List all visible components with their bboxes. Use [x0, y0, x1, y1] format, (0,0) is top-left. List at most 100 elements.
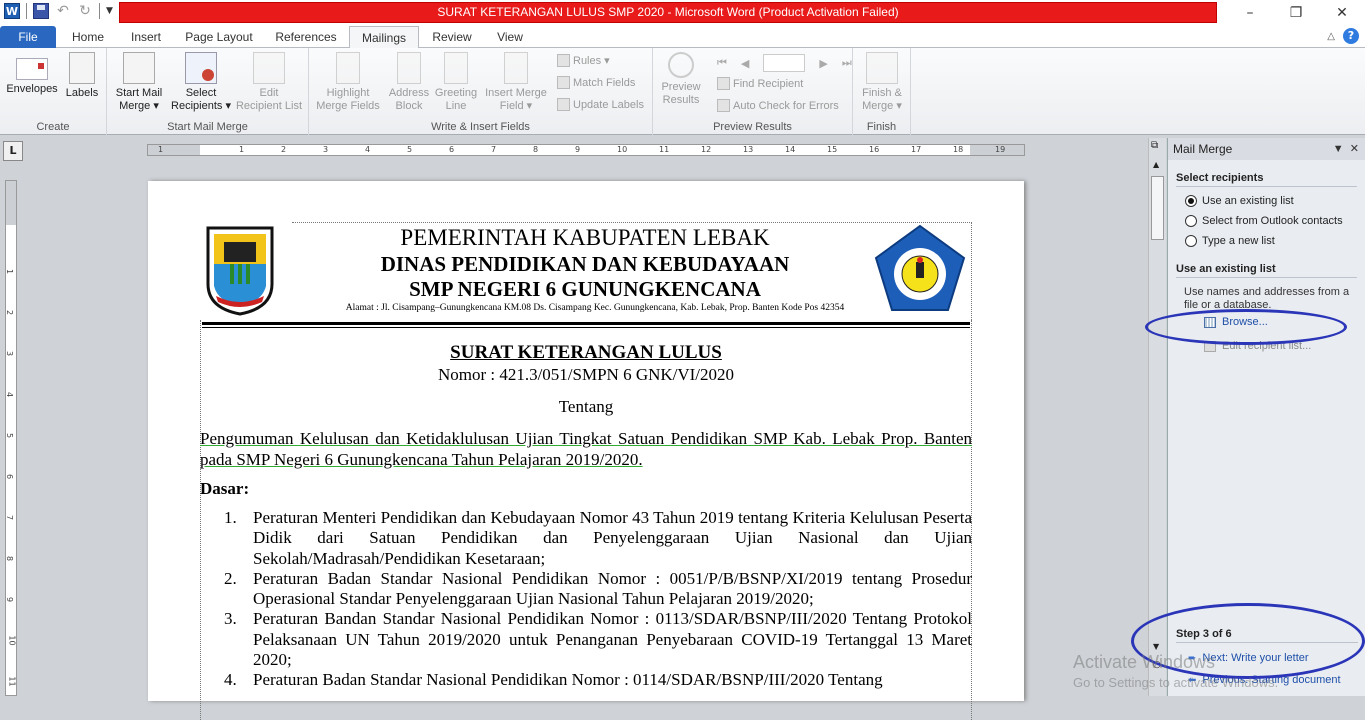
- header-line-1: PEMERINTAH KABUPATEN LEBAK: [400, 225, 770, 250]
- tab-selector[interactable]: L: [3, 141, 23, 161]
- button-label: Highlight: [326, 87, 370, 99]
- button-label: Edit: [259, 87, 279, 99]
- header-address: Alamat : Jl. Cisampang–Gunungkencana KM.…: [345, 303, 845, 313]
- radio-icon: [1185, 235, 1197, 247]
- ruler-tick: 1: [239, 145, 245, 154]
- insert-merge-field-button[interactable]: Insert Merge Field ▾: [481, 52, 551, 113]
- tab-file[interactable]: File: [0, 26, 56, 48]
- ruler-tick: 10: [617, 145, 628, 154]
- tab-references[interactable]: References: [268, 26, 344, 48]
- greeting-line-button[interactable]: Greeting Line: [433, 52, 479, 113]
- finish-merge-button[interactable]: Finish & Merge ▾: [857, 52, 907, 113]
- document-scrollbar[interactable]: ⧉ ▲ ▼ ○: [1148, 138, 1166, 696]
- ruler-tick: 3: [323, 145, 329, 154]
- scroll-down-icon[interactable]: ▼: [1153, 642, 1159, 651]
- save-icon[interactable]: [33, 3, 49, 19]
- pane-options-icon[interactable]: ▼: [1333, 143, 1344, 155]
- button-label: Greeting: [434, 87, 478, 99]
- horizontal-ruler[interactable]: 1 1 2 3 4 5 6 7 8 9 10 11 12 13 14 15 16 17 18 19: [147, 144, 1025, 156]
- undo-icon[interactable]: ↶: [55, 3, 71, 19]
- split-icon[interactable]: ⧉: [1151, 140, 1158, 151]
- vertical-ruler[interactable]: 1 2 3 4 5 6 7 8 9 10 11: [5, 180, 17, 696]
- previous-step-link[interactable]: ⬅ Previous: Starting document: [1188, 674, 1341, 686]
- pane-title: Mail Merge: [1173, 142, 1233, 156]
- ruler-tick: 15: [827, 145, 838, 154]
- tab-mailings[interactable]: Mailings: [349, 26, 419, 49]
- browse-object-icon[interactable]: ○: [1153, 660, 1161, 670]
- button-label: Preview: [661, 81, 701, 93]
- existing-list-description: Use names and addresses from a file or a…: [1184, 286, 1350, 311]
- ruler-tick: 11: [659, 145, 670, 154]
- edit-recipient-list-button[interactable]: Edit Recipient List: [233, 52, 305, 113]
- list-text: Peraturan Badan Standar Nasional Pendidi…: [253, 670, 883, 690]
- list-text: Peraturan Badan Standar Nasional Pendidi…: [253, 568, 972, 609]
- edit-recipient-list-link[interactable]: Edit recipient list...: [1204, 340, 1365, 352]
- tab-review[interactable]: Review: [426, 26, 478, 48]
- record-number-input[interactable]: [763, 54, 806, 72]
- button-label: Start Mail: [115, 87, 163, 99]
- button-label: Insert Merge: [485, 87, 547, 99]
- ruler-tick: 7: [5, 514, 15, 521]
- last-record-icon[interactable]: ⏭: [842, 56, 852, 70]
- next-record-icon[interactable]: ▶: [819, 57, 827, 70]
- scroll-up-icon[interactable]: ▲: [1153, 160, 1159, 169]
- radio-existing-list[interactable]: Use an existing list: [1185, 195, 1365, 207]
- pane-close-icon[interactable]: ✕: [1350, 143, 1359, 155]
- first-record-icon[interactable]: ⏮: [717, 56, 727, 70]
- divider: [99, 3, 100, 19]
- browse-link[interactable]: Browse...: [1204, 316, 1365, 328]
- match-fields-button[interactable]: Match Fields: [557, 76, 635, 89]
- update-labels-button[interactable]: Update Labels: [557, 98, 644, 111]
- list-item: 2. Peraturan Badan Standar Nasional Pendi…: [224, 569, 972, 610]
- tab-view[interactable]: View: [488, 26, 532, 48]
- word-icon[interactable]: W: [4, 3, 20, 19]
- find-recipient-button[interactable]: Find Recipient: [717, 77, 803, 90]
- ruler-tick: 3: [5, 350, 15, 357]
- preview-results-button[interactable]: Preview Results: [657, 52, 705, 107]
- auto-check-errors-button[interactable]: Auto Check for Errors: [717, 99, 839, 112]
- envelopes-button[interactable]: Envelopes: [4, 52, 60, 96]
- redo-icon[interactable]: ↻: [77, 3, 93, 19]
- radio-outlook-contacts[interactable]: Select from Outlook contacts: [1185, 215, 1365, 227]
- close-button[interactable]: ✕: [1319, 0, 1365, 26]
- ribbon-tabs: File Home Insert Page Layout References …: [0, 26, 1365, 49]
- highlight-merge-fields-button[interactable]: Highlight Merge Fields: [313, 52, 383, 113]
- scrollbar-thumb[interactable]: [1151, 176, 1164, 240]
- tab-insert[interactable]: Insert: [122, 26, 170, 48]
- tab-page-layout[interactable]: Page Layout: [180, 26, 258, 48]
- link-label: Next: Write your letter: [1202, 652, 1309, 664]
- group-label: Preview Results: [713, 121, 792, 133]
- address-block-button[interactable]: Address Block: [387, 52, 431, 113]
- list-text: Peraturan Menteri Pendidikan dan Kebuday…: [253, 508, 972, 568]
- help-icon[interactable]: ?: [1343, 28, 1359, 44]
- ruler-tick: 16: [869, 145, 880, 154]
- document-body[interactable]: PEMERINTAH KABUPATEN LEBAK DINAS PENDIDI…: [200, 222, 972, 720]
- select-recipients-button[interactable]: Select Recipients ▾: [169, 52, 233, 113]
- previous-record-icon[interactable]: ◀: [741, 57, 749, 70]
- minimize-ribbon-icon[interactable]: △: [1327, 31, 1335, 42]
- dasar-heading: Dasar:: [200, 479, 250, 498]
- select-recipients-heading: Select recipients: [1176, 172, 1357, 187]
- greeting-line-icon: [444, 52, 468, 84]
- ruler-tick: 4: [365, 145, 371, 154]
- update-labels-icon: [557, 98, 570, 111]
- restore-button[interactable]: ❐: [1273, 0, 1319, 26]
- ruler-tick: 14: [785, 145, 796, 154]
- tab-home[interactable]: Home: [64, 26, 112, 48]
- rules-button[interactable]: Rules ▾: [557, 54, 610, 67]
- minimize-button[interactable]: –: [1227, 0, 1273, 26]
- finish-merge-icon: [866, 52, 898, 84]
- ruler-tick: 7: [491, 145, 497, 154]
- labels-button[interactable]: Labels: [62, 52, 102, 100]
- ruler-tick: 13: [743, 145, 754, 154]
- list-item: 4. Peraturan Badan Standar Nasional Pendi…: [224, 670, 972, 690]
- arrow-left-icon: ⬅: [1188, 674, 1197, 686]
- ruler-tick: 4: [5, 391, 15, 398]
- list-item: 1. Peraturan Menteri Pendidikan dan Kebud…: [224, 508, 972, 569]
- find-recipient-icon: [717, 77, 730, 90]
- start-mail-merge-button[interactable]: Start Mail Merge ▾: [111, 52, 167, 113]
- customize-toolbar-icon[interactable]: ▼: [106, 6, 113, 16]
- next-step-link[interactable]: ➨ Next: Write your letter: [1188, 652, 1309, 664]
- radio-label: Select from Outlook contacts: [1202, 215, 1343, 227]
- radio-new-list[interactable]: Type a new list: [1185, 235, 1365, 247]
